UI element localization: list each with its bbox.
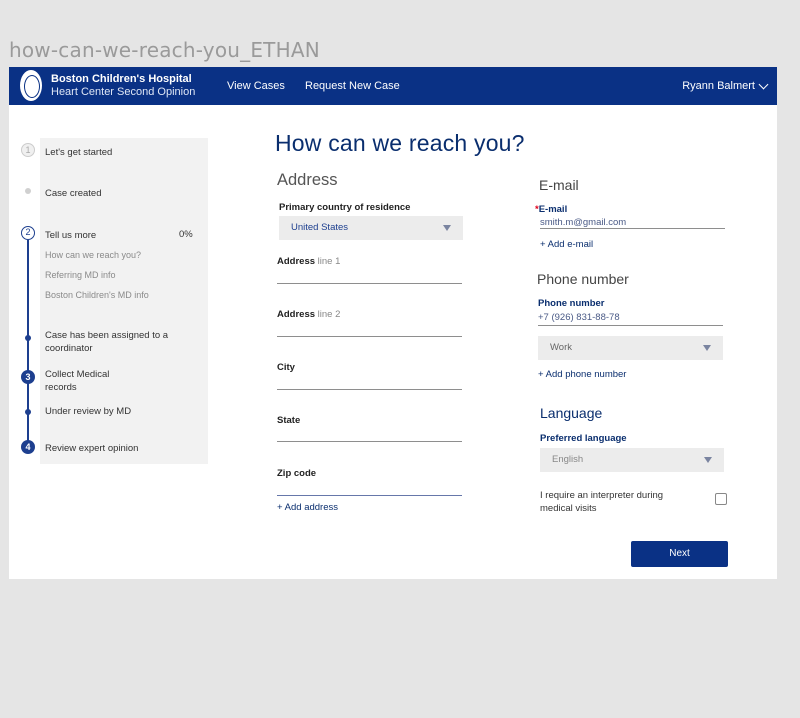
step-review-expert-opinion: Review expert opinion <box>45 443 139 454</box>
city-input[interactable] <box>277 389 462 390</box>
phone-type-value: Work <box>550 342 572 353</box>
phone-type-select[interactable]: Work <box>538 336 723 360</box>
step-2-circle: 2 <box>21 226 35 240</box>
zip-label: Zip code <box>277 468 317 479</box>
zip-input[interactable] <box>277 495 462 496</box>
state-input[interactable] <box>277 441 462 442</box>
brand-subtitle: Heart Center Second Opinion <box>51 86 196 98</box>
phone-value[interactable]: +7 (926) 831-88-78 <box>538 312 620 323</box>
page-title: How can we reach you? <box>275 130 525 156</box>
country-value: United States <box>291 222 349 233</box>
stepper-track <box>27 240 29 450</box>
step-lets-get-started: Let's get started <box>45 147 113 158</box>
next-button[interactable]: Next <box>631 541 728 567</box>
language-heading: Language <box>540 405 603 421</box>
phone-input[interactable] <box>538 325 723 326</box>
step-under-review: Under review by MD <box>45 406 132 417</box>
step-assigned-coordinator: Case has been assigned to a coordinator <box>45 330 169 354</box>
state-label: State <box>277 415 301 426</box>
email-heading: E-mail <box>539 177 579 193</box>
step-collect-medical-records: Collect Medical records <box>45 369 110 393</box>
substep-referring-md-info[interactable]: Referring MD info <box>45 270 116 280</box>
step-case-created: Case created <box>45 188 102 199</box>
nav-request-new-case[interactable]: Request New Case <box>305 80 400 92</box>
step-tell-us-more[interactable]: Tell us more <box>45 229 96 242</box>
city-label: City <box>277 362 295 373</box>
step-progress-percent: 0% <box>179 229 193 240</box>
nav-view-cases[interactable]: View Cases <box>227 80 285 92</box>
country-select[interactable]: United States <box>279 216 463 240</box>
language-value: English <box>552 454 584 465</box>
address-line2-input[interactable] <box>277 336 462 337</box>
step-dot-under-review <box>25 409 31 415</box>
step-1-circle: 1 <box>21 143 35 157</box>
country-label: Primary country of residence <box>279 202 411 213</box>
language-select[interactable]: English <box>540 448 724 472</box>
add-phone-link[interactable]: + Add phone number <box>538 369 626 380</box>
address-heading: Address <box>277 171 338 189</box>
brand-name: Boston Children's Hospital <box>51 73 192 85</box>
step-dot-case-created <box>25 188 31 194</box>
phone-heading: Phone number <box>537 271 629 287</box>
address-line2-label: Address line 2 <box>277 309 341 320</box>
user-name: Ryann Balmert <box>682 80 755 92</box>
dropdown-arrow-icon <box>443 225 451 231</box>
email-value[interactable]: smith.m@gmail.com <box>540 217 626 228</box>
email-label: *E-mail <box>535 204 568 215</box>
language-label: Preferred language <box>540 433 627 444</box>
app-window: Boston Children's Hospital Heart Center … <box>9 67 777 579</box>
dropdown-arrow-icon <box>703 345 711 351</box>
email-input[interactable] <box>540 228 725 229</box>
substep-bch-md-info[interactable]: Boston Children's MD info <box>45 290 149 300</box>
add-address-link[interactable]: + Add address <box>277 502 338 513</box>
frame-title: how-can-we-reach-you_ETHAN <box>9 38 320 62</box>
interpreter-label: I require an interpreter during medical … <box>540 490 664 514</box>
substep-how-can-we-reach-you[interactable]: How can we reach you? <box>45 250 141 260</box>
phone-label: Phone number <box>538 298 605 309</box>
interpreter-checkbox[interactable] <box>715 493 727 505</box>
hospital-logo-icon[interactable] <box>20 70 42 101</box>
top-navbar: Boston Children's Hospital Heart Center … <box>9 67 777 105</box>
add-email-link[interactable]: + Add e-mail <box>540 239 593 250</box>
step-4-circle: 4 <box>21 440 35 454</box>
address-line1-input[interactable] <box>277 283 462 284</box>
dropdown-arrow-icon <box>704 457 712 463</box>
step-dot-assigned <box>25 335 31 341</box>
chevron-down-icon <box>758 79 769 89</box>
user-menu[interactable]: Ryann Balmert <box>682 79 769 92</box>
address-line1-label: Address line 1 <box>277 256 341 267</box>
step-3-circle: 3 <box>21 370 35 384</box>
